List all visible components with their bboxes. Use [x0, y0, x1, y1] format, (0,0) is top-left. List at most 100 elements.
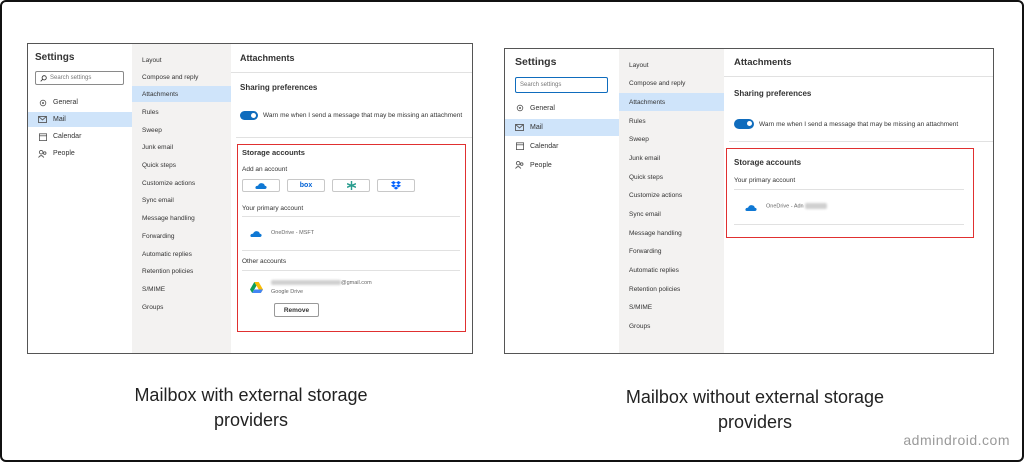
left-settings-window: Settings Search settings General Mail Ca…: [27, 43, 473, 354]
nav-item-people[interactable]: People: [28, 146, 132, 161]
subnav-quick-steps[interactable]: Quick steps: [619, 168, 724, 186]
divider: [242, 216, 460, 217]
add-account-label: Add an account: [242, 166, 288, 173]
nav-item-general[interactable]: General: [28, 95, 132, 110]
divider: [231, 72, 472, 73]
nav-label: General: [53, 99, 78, 106]
settings-nav-pane: Settings Search settings General Mail Ca…: [505, 49, 619, 353]
settings-title: Settings: [35, 52, 75, 63]
subnav-automatic-replies[interactable]: Automatic replies: [132, 246, 231, 262]
nav-label: Calendar: [53, 133, 82, 140]
nav-item-calendar[interactable]: Calendar: [505, 138, 619, 154]
subnav-retention-policies[interactable]: Retention policies: [619, 280, 724, 298]
right-settings-window: Settings Search settings General Mail Ca…: [504, 48, 994, 354]
sharefile-provider-button[interactable]: [332, 179, 370, 192]
left-caption-line1: Mailbox with external storage: [134, 385, 368, 405]
search-icon: [40, 74, 47, 82]
subnav-rules[interactable]: Rules: [619, 112, 724, 130]
subnav-attachments[interactable]: Attachments: [132, 86, 231, 102]
nav-label: People: [530, 161, 552, 169]
mail-icon: [515, 123, 524, 132]
subnav-smime[interactable]: S/MIME: [132, 281, 231, 297]
sharing-preferences-heading: Sharing preferences: [240, 83, 318, 92]
subnav-layout[interactable]: Layout: [132, 52, 231, 68]
right-caption: Mailbox without external storage provide…: [600, 385, 910, 435]
subnav-groups[interactable]: Groups: [619, 317, 724, 335]
primary-account-label: Your primary account: [734, 177, 796, 184]
subnav-quick-steps[interactable]: Quick steps: [132, 157, 231, 173]
left-caption-line2: providers: [213, 410, 289, 430]
subnav-layout[interactable]: Layout: [619, 56, 724, 74]
mail-icon: [38, 115, 47, 124]
search-input[interactable]: Search settings: [35, 71, 124, 85]
subnav-junk-email[interactable]: Junk email: [619, 149, 724, 167]
onedrive-provider-button[interactable]: [242, 179, 280, 192]
dropbox-provider-button[interactable]: [377, 179, 415, 192]
box-logo: box: [299, 182, 313, 189]
divider: [734, 224, 964, 225]
missing-attachment-toggle[interactable]: [240, 111, 258, 120]
subnav-automatic-replies[interactable]: Automatic replies: [619, 261, 724, 279]
subnav-sweep[interactable]: Sweep: [619, 130, 724, 148]
onedrive-icon: [250, 231, 262, 237]
calendar-icon: [38, 132, 47, 141]
onedrive-icon: [745, 205, 757, 211]
redacted-text: [804, 203, 827, 209]
subnav-smime[interactable]: S/MIME: [619, 298, 724, 316]
nav-item-calendar[interactable]: Calendar: [28, 129, 132, 144]
nav-item-mail[interactable]: Mail: [505, 119, 619, 136]
primary-account-label: Your primary account: [242, 205, 304, 212]
calendar-icon: [515, 142, 524, 151]
right-caption-line1: Mailbox without external storage: [625, 387, 885, 407]
mail-subnav-pane: Layout Compose and reply Attachments Rul…: [619, 49, 724, 353]
subnav-sync-email[interactable]: Sync email: [619, 205, 724, 223]
remove-button[interactable]: Remove: [274, 303, 319, 317]
sharing-preferences-heading: Sharing preferences: [734, 89, 812, 98]
divider: [734, 189, 964, 190]
divider: [236, 137, 472, 138]
watermark: admindroid.com: [903, 432, 1010, 448]
nav-item-mail[interactable]: Mail: [28, 112, 132, 127]
subnav-customize-actions[interactable]: Customize actions: [619, 186, 724, 204]
divider: [242, 250, 460, 251]
nav-label: Calendar: [530, 142, 559, 150]
subnav-customize-actions[interactable]: Customize actions: [132, 175, 231, 191]
search-placeholder: Search settings: [520, 82, 562, 88]
subnav-sync-email[interactable]: Sync email: [132, 192, 231, 208]
page-title: Attachments: [734, 57, 792, 68]
attachments-content-pane: Attachments Sharing preferences Warn me …: [724, 49, 993, 353]
subnav-sweep[interactable]: Sweep: [132, 122, 231, 138]
nav-label: People: [53, 150, 75, 157]
dropbox-icon: [391, 181, 401, 190]
subnav-junk-email[interactable]: Junk email: [132, 139, 231, 155]
gear-icon: [38, 98, 47, 107]
subnav-groups[interactable]: Groups: [132, 299, 231, 315]
missing-attachment-setting: Warn me when I send a message that may b…: [734, 119, 958, 129]
attachments-content-pane: Attachments Sharing preferences Warn me …: [231, 44, 472, 353]
subnav-retention-policies[interactable]: Retention policies: [132, 263, 231, 279]
nav-label: Mail: [530, 124, 543, 131]
subnav-compose-reply[interactable]: Compose and reply: [619, 74, 724, 92]
sharefile-icon: [346, 181, 356, 190]
subnav-compose-reply[interactable]: Compose and reply: [132, 69, 231, 85]
nav-item-people[interactable]: People: [505, 157, 619, 173]
nav-item-general[interactable]: General: [505, 100, 619, 116]
divider: [242, 270, 460, 271]
subnav-forwarding[interactable]: Forwarding: [619, 242, 724, 260]
missing-attachment-toggle[interactable]: [734, 119, 754, 129]
subnav-message-handling[interactable]: Message handling: [619, 224, 724, 242]
box-provider-button[interactable]: box: [287, 179, 325, 192]
storage-accounts-heading: Storage accounts: [734, 158, 802, 167]
missing-attachment-setting: Warn me when I send a message that may b…: [240, 111, 462, 120]
onedrive-icon: [255, 183, 267, 189]
subnav-forwarding[interactable]: Forwarding: [132, 228, 231, 244]
subnav-attachments[interactable]: Attachments: [619, 93, 724, 111]
settings-nav-pane: Settings Search settings General Mail Ca…: [28, 44, 132, 353]
nav-label: Mail: [53, 116, 66, 123]
subnav-rules[interactable]: Rules: [132, 104, 231, 120]
search-input[interactable]: Search settings: [515, 77, 608, 93]
other-account-email: @gmail.com: [271, 280, 372, 286]
subnav-message-handling[interactable]: Message handling: [132, 210, 231, 226]
settings-title: Settings: [515, 56, 557, 68]
other-account-service: Google Drive: [271, 289, 304, 295]
